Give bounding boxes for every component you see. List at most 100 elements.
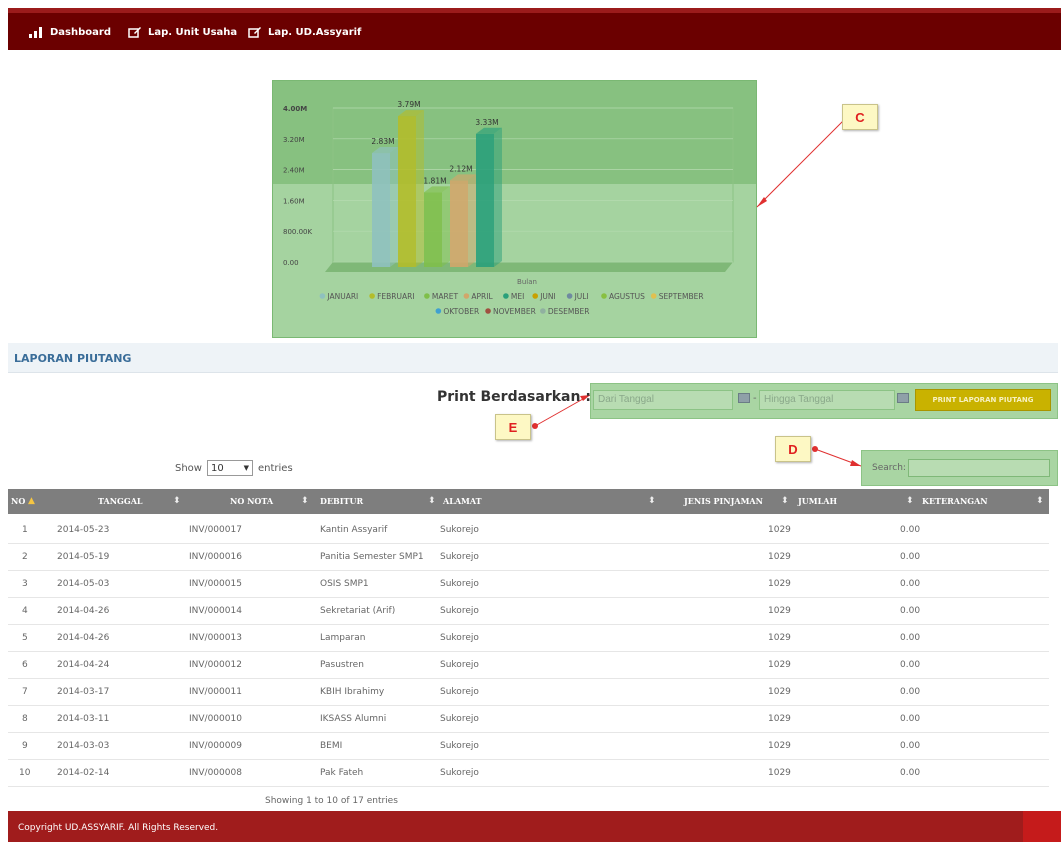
sort-icon[interactable]: ⬍	[648, 489, 656, 514]
table-row[interactable]: 7 2014-03-17 INV/000011 KBIH Ibrahimy Su…	[8, 679, 1049, 706]
cell-no: 9	[22, 741, 28, 751]
legend-item: MARET	[432, 292, 459, 301]
legend-marker	[424, 293, 430, 299]
col-jenis-pinjaman[interactable]: JENIS PINJAMAN	[684, 489, 763, 514]
legend-marker	[319, 293, 326, 299]
col-tanggal[interactable]: TANGGAL	[98, 489, 143, 514]
y-tick-label: 3.20M	[283, 136, 305, 144]
legend-item: DESEMBER	[548, 307, 590, 316]
sort-icon[interactable]: ⬍	[781, 489, 789, 514]
table-row[interactable]: 10 2014-02-14 INV/000008 Pak Fateh Sukor…	[8, 760, 1049, 787]
calendar-icon[interactable]	[897, 393, 909, 403]
col-no[interactable]: NO	[11, 489, 25, 514]
sort-asc-icon[interactable]: ▲	[28, 489, 35, 514]
cell-jumlah: 1029	[768, 741, 791, 751]
footer: Copyright UD.ASSYARIF. All Rights Reserv…	[8, 811, 1061, 842]
legend-item: MEI	[511, 292, 524, 301]
page-length-select[interactable]: 10 ▼	[206, 460, 253, 476]
cell-alamat: Sukorejo	[440, 633, 479, 643]
sort-icon[interactable]: ⬍	[906, 489, 914, 514]
bar-side	[442, 186, 450, 267]
date-to-input[interactable]: Hingga Tanggal	[759, 390, 895, 410]
date-separator: -	[753, 393, 757, 404]
table-row[interactable]: 2 2014-05-19 INV/000016 Panitia Semester…	[8, 544, 1049, 571]
col-keterangan[interactable]: KETERANGAN	[922, 489, 988, 514]
table-row[interactable]: 3 2014-05-03 INV/000015 OSIS SMP1 Sukore…	[8, 571, 1049, 598]
sort-icon[interactable]: ⬍	[173, 489, 181, 514]
cell-keterangan: 0.00	[900, 768, 921, 778]
cell-alamat: Sukorejo	[440, 552, 479, 562]
cell-keterangan: 0.00	[900, 606, 921, 616]
cell-debitur: OSIS SMP1	[320, 579, 369, 589]
table-row[interactable]: 8 2014-03-11 INV/000010 IKSASS Alumni Su…	[8, 706, 1049, 733]
show-entries: Show 10 ▼ entries	[175, 460, 293, 476]
cell-tanggal: 2014-05-19	[57, 552, 110, 562]
cell-jumlah: 1029	[768, 660, 791, 670]
cell-debitur: BEMI	[320, 741, 343, 751]
legend-item: FEBRUARI	[377, 292, 414, 301]
sort-icon[interactable]: ⬍	[1036, 489, 1044, 514]
legend-item: JULI	[574, 292, 589, 301]
cell-alamat: Sukorejo	[440, 579, 479, 589]
table-row[interactable]: 4 2014-04-26 INV/000014 Sekretariat (Ari…	[8, 598, 1049, 625]
print-report-button[interactable]: PRINT LAPORAN PIUTANG	[915, 389, 1051, 411]
print-label: Print Berdasarkan :	[437, 389, 591, 405]
cell-keterangan: 0.00	[900, 714, 921, 724]
cell-alamat: Sukorejo	[440, 606, 479, 616]
nav-dashboard[interactable]: Dashboard	[28, 21, 111, 43]
cell-no: 8	[22, 714, 28, 724]
bar-data-label: 1.81M	[423, 176, 446, 185]
legend-item: JANUARI	[326, 292, 358, 301]
legend-marker	[540, 308, 546, 314]
cell-jumlah: 1029	[768, 714, 791, 724]
table-row[interactable]: 1 2014-05-23 INV/000017 Kantin Assyarif …	[8, 517, 1049, 544]
cell-jumlah: 1029	[768, 606, 791, 616]
sort-icon[interactable]: ⬍	[301, 489, 309, 514]
legend-marker	[566, 293, 573, 299]
bar-side	[416, 110, 424, 268]
cell-alamat: Sukorejo	[440, 741, 479, 751]
search-label: Search:	[872, 463, 906, 473]
sort-icon[interactable]: ⬍	[428, 489, 436, 514]
section-title: LAPORAN PIUTANG	[14, 352, 132, 365]
legend-item: SEPTEMBER	[659, 292, 704, 301]
table-row[interactable]: 6 2014-04-24 INV/000012 Pasustren Sukore…	[8, 652, 1049, 679]
legend-marker	[650, 293, 657, 299]
cell-no: 4	[22, 606, 28, 616]
cell-keterangan: 0.00	[900, 741, 921, 751]
cell-tanggal: 2014-05-03	[57, 579, 110, 589]
legend-marker	[485, 308, 491, 314]
nav-lap-ud-assyarif[interactable]: Lap. UD.Assyarif	[248, 21, 361, 43]
date-from-input[interactable]: Dari Tanggal	[593, 390, 733, 410]
bar	[372, 153, 390, 267]
table-row[interactable]: 5 2014-04-26 INV/000013 Lamparan Sukorej…	[8, 625, 1049, 652]
y-tick-label: 800.00K	[283, 228, 312, 236]
legend-item: NOVEMBER	[493, 307, 536, 316]
callout-d: D	[775, 436, 811, 462]
cell-tanggal: 2014-03-11	[57, 714, 110, 724]
cell-no-nota: INV/000009	[189, 741, 242, 751]
cell-keterangan: 0.00	[900, 579, 921, 589]
col-no-nota[interactable]: NO NOTA	[230, 489, 273, 514]
nav-lap-unit-usaha-label: Lap. Unit Usaha	[148, 26, 238, 38]
cell-no-nota: INV/000014	[189, 606, 242, 616]
cell-debitur: Lamparan	[320, 633, 366, 643]
cell-jumlah: 1029	[768, 768, 791, 778]
table-info: Showing 1 to 10 of 17 entries	[265, 796, 398, 806]
cell-no: 6	[22, 660, 28, 670]
show-label: Show	[175, 462, 202, 474]
legend-item: APRIL	[471, 292, 493, 301]
col-alamat[interactable]: ALAMAT	[443, 489, 482, 514]
col-jumlah[interactable]: JUMLAH	[798, 489, 837, 514]
nav-lap-unit-usaha[interactable]: Lap. Unit Usaha	[128, 21, 237, 43]
col-debitur[interactable]: DEBITUR	[320, 489, 363, 514]
cell-alamat: Sukorejo	[440, 525, 479, 535]
table-row[interactable]: 9 2014-03-03 INV/000009 BEMI Sukorejo 10…	[8, 733, 1049, 760]
y-tick-label: 2.40M	[283, 167, 305, 175]
bar	[450, 180, 468, 267]
calendar-icon[interactable]	[738, 393, 750, 403]
cell-jumlah: 1029	[768, 687, 791, 697]
bar-chart-icon	[29, 27, 42, 38]
search-input[interactable]	[908, 459, 1050, 477]
bar-side	[494, 127, 502, 267]
